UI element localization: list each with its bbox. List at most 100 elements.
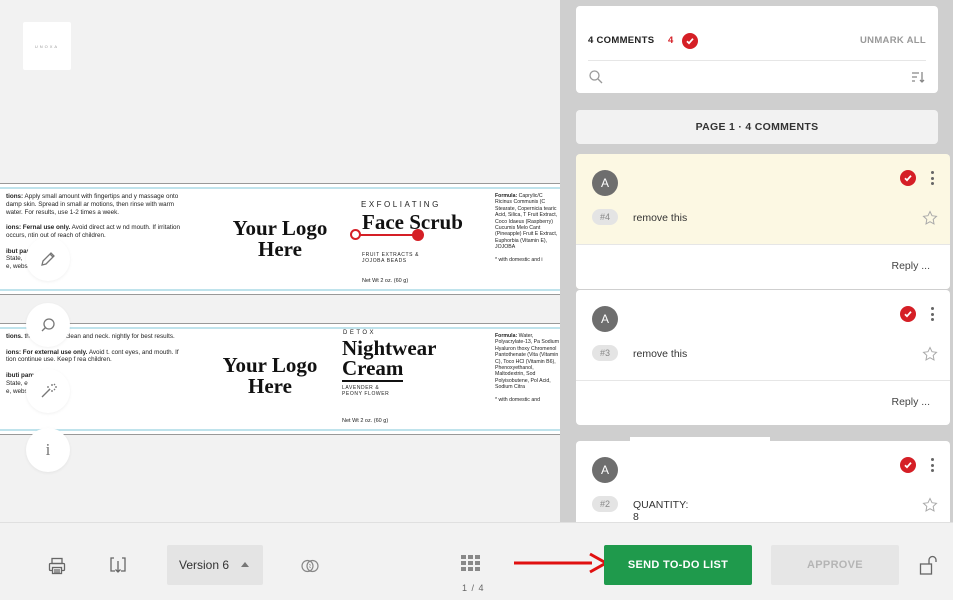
comment-text-line2: 8 [633,511,639,522]
product-name-line2: Cream [342,356,404,382]
unmark-all-button[interactable]: UNMARK ALL [860,35,926,46]
unlock-icon[interactable] [918,554,938,576]
page-indicator: 1 / 4 [462,583,485,593]
comment-text-line1: QUANTITY: [633,499,689,511]
star-icon[interactable] [922,210,938,226]
label-stripe [0,429,560,431]
formula-block: Formula: Water, Polyacrylate-13, Pa Sodi… [495,333,560,403]
star-icon[interactable] [922,497,938,513]
label-logo-placeholder: Your Logo Here [232,216,328,261]
markup-line-annotation[interactable] [355,234,419,236]
more-options-icon[interactable] [926,455,938,475]
label-stripe [0,187,560,189]
comment-text: remove this [633,348,688,360]
comments-search-input[interactable] [612,67,892,87]
brand-mark-text: UNOXA [34,43,60,49]
comments-panel: 4 COMMENTS 4 UNMARK ALL PAGE 1 · 4 COMME… [560,0,953,522]
check-circle-icon [682,33,698,49]
marked-count: 4 [668,35,674,46]
sort-icon[interactable] [910,69,926,85]
proof-canvas[interactable]: UNOXA tions: Apply small amount with fin… [0,0,560,522]
markup-end-handle[interactable] [412,229,424,241]
caution-heading: ions: F [6,224,27,232]
comment-number-badge: #2 [592,496,618,512]
zoom-icon [41,318,55,332]
reply-link[interactable]: Reply ... [891,260,930,272]
caution-heading: ions: For external use only. [6,348,88,356]
more-options-icon[interactable] [926,304,938,324]
divider [588,60,926,61]
avatar: A [592,170,618,196]
formula-heading: Formula: [495,333,518,339]
comment-card-2[interactable]: A #2 QUANTITY: 8 [576,441,950,522]
subtitle-line2: PEONY FLOWER [342,391,390,397]
label-stripe [0,327,560,329]
version-label: Version 6 [179,558,230,572]
net-weight: Net Wt 2 oz. (60 g) [342,418,389,424]
info-tool-button[interactable]: i [26,428,70,472]
formula-footnote: * with domestic and [495,397,540,404]
comment-text: QUANTITY: 8 [633,499,688,522]
product-subtitle: FRUIT EXTRACTS & JOJOBA BEADS [362,252,419,264]
comment-card-3[interactable]: A #3 remove this Reply ... [576,290,950,425]
label-face-scrub[interactable]: tions: Apply small amount with fingertip… [0,183,560,295]
check-circle-icon[interactable] [900,306,916,322]
send-to-do-list-button[interactable]: SEND TO-DO LIST [604,545,752,585]
product-subtitle: LAVENDER & PEONY FLOWER [342,385,389,397]
caret-up-icon [241,562,249,567]
net-weight: Net Wt 2 oz. (60 g) [362,278,409,284]
check-circle-icon[interactable] [900,457,916,473]
bottom-toolbar: Version 6 1 / 4 SEND TO-DO LIST APPROVE [0,522,953,600]
markup-start-handle[interactable] [350,229,361,240]
comments-header: 4 COMMENTS 4 UNMARK ALL [576,6,938,93]
pages-grid-icon[interactable] [461,555,481,573]
caution-mid: ernal use only. [26,224,71,232]
avatar: A [592,457,618,483]
star-icon[interactable] [922,346,938,362]
formula-text: Water, Polyacrylate-13, Pa Sodium Hyalur… [495,333,560,391]
directions-heading: tions. [6,333,23,340]
pencil-tool-button[interactable] [26,237,70,281]
label-border [0,434,560,435]
label-stripe [0,289,560,291]
page-group-label: PAGE 1 · 4 COMMENTS [695,121,819,133]
compare-versions-icon[interactable] [300,556,320,576]
brand-logo: UNOXA [23,22,71,70]
version-select[interactable]: Version 6 [167,545,263,585]
distributor-line2: State, e [6,379,28,387]
comment-number-badge: #4 [592,209,618,225]
directions-heading: tions: [6,193,24,200]
subtitle-line2: JOJOBA BEADS [362,258,407,264]
check-circle-icon[interactable] [900,170,916,186]
comments-count: 4 COMMENTS [588,35,655,46]
comment-text: remove this [633,212,688,224]
magic-wand-tool-button[interactable] [26,369,70,413]
approve-button[interactable]: APPROVE [771,545,899,585]
pencil-icon [41,252,55,266]
label-border [0,294,560,295]
search-icon [589,70,603,84]
product-eyebrow: EXFOLIATING [361,200,441,209]
label-logo-placeholder: Your Logo Here [222,353,318,398]
comment-number-badge: #3 [592,345,618,361]
label-border [0,323,560,324]
directions-text: Apply small amount with fingertips and y… [6,193,179,216]
download-icon[interactable] [108,555,128,575]
comment-footer: Reply ... [576,244,950,289]
more-options-icon[interactable] [926,168,938,188]
magic-wand-icon [41,383,57,398]
reply-link[interactable]: Reply ... [891,396,930,408]
comment-footer: Reply ... [576,380,950,425]
formula-heading: Formula: [495,193,518,199]
comment-card-4[interactable]: A #4 remove this Reply ... [576,154,950,289]
label-nightwear-cream[interactable]: tions. the evening to clean and neck. ni… [0,323,560,435]
red-arrow-annotation [514,552,608,574]
avatar: A [592,306,618,332]
print-icon[interactable] [47,556,67,576]
zoom-tool-button[interactable] [26,303,70,347]
label-border [0,183,560,184]
page-group-header[interactable]: PAGE 1 · 4 COMMENTS [576,110,938,144]
info-icon: i [45,440,51,459]
distributor-line2: State, [6,255,23,263]
formula-text: Caprylic/C Ricinus Communis (C Stearate,… [495,193,558,251]
